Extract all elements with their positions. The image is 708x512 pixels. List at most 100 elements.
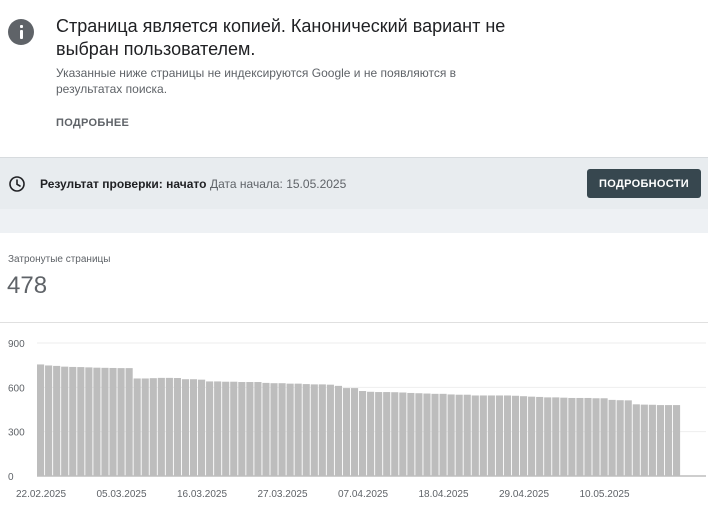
chart-bar[interactable] — [157, 377, 165, 476]
chart-bar[interactable] — [640, 404, 648, 476]
chart-bar[interactable] — [552, 397, 560, 476]
chart-bar[interactable] — [423, 393, 431, 476]
chart-bar[interactable] — [632, 404, 640, 476]
chart-bar[interactable] — [278, 383, 286, 476]
chart-bar[interactable] — [125, 368, 133, 476]
chart-bar[interactable] — [536, 396, 544, 476]
validation-status: Результат проверки: начато — [40, 177, 207, 191]
chart-bar[interactable] — [528, 396, 536, 476]
chart-bar[interactable] — [576, 397, 584, 476]
chart-bar[interactable] — [487, 395, 495, 476]
chart-bar[interactable] — [544, 397, 552, 476]
chart-bar[interactable] — [262, 382, 270, 476]
chart-bar[interactable] — [584, 397, 592, 476]
chart-bar[interactable] — [463, 394, 471, 476]
chart-bar[interactable] — [189, 379, 198, 476]
affected-pages-label: Затронутые страницы — [8, 254, 111, 265]
chart-bar[interactable] — [173, 378, 181, 476]
chart-bar[interactable] — [415, 393, 423, 476]
x-tick-label: 22.02.2025 — [16, 489, 66, 500]
section-gap — [0, 209, 708, 233]
chart-bar[interactable] — [294, 383, 302, 476]
issue-description: Указанные ниже страницы не индексируются… — [56, 66, 457, 96]
chart-bar[interactable] — [318, 384, 326, 476]
chart-bar[interactable] — [310, 384, 318, 476]
chart-bar[interactable] — [101, 367, 109, 476]
chart-bar[interactable] — [399, 392, 407, 476]
chart-bar[interactable] — [45, 365, 53, 476]
chart-bar[interactable] — [85, 367, 93, 476]
info-icon — [8, 19, 34, 45]
chart-bar[interactable] — [511, 395, 520, 476]
chart-bar[interactable] — [503, 395, 512, 476]
chart-bar[interactable] — [206, 381, 214, 476]
chart-bar[interactable] — [600, 398, 608, 476]
details-button[interactable]: ПОДРОБНОСТИ — [587, 169, 701, 198]
chart-bar[interactable] — [302, 384, 310, 476]
chart-bar[interactable] — [495, 395, 503, 476]
chart-bar[interactable] — [69, 366, 77, 476]
x-tick-label: 05.03.2025 — [96, 489, 146, 500]
chart-bar[interactable] — [350, 388, 359, 476]
chart-bar[interactable] — [198, 379, 206, 476]
chart-bar[interactable] — [447, 394, 455, 476]
chart-bar[interactable] — [181, 379, 190, 476]
chart-bar[interactable] — [254, 382, 262, 476]
y-tick-label: 600 — [8, 383, 25, 394]
chart-bar[interactable] — [391, 392, 399, 476]
chart-bar[interactable] — [93, 367, 101, 476]
chart-bar[interactable] — [439, 393, 447, 476]
chart-bar[interactable] — [342, 388, 351, 476]
chart-bar[interactable] — [334, 385, 342, 476]
chart-bar[interactable] — [568, 397, 576, 476]
chart-bar[interactable] — [141, 378, 149, 476]
chart-bar[interactable] — [624, 400, 632, 476]
chart-bar[interactable] — [383, 392, 391, 476]
chart-bar[interactable] — [222, 381, 230, 476]
chart-bar[interactable] — [165, 377, 173, 476]
chart-bar[interactable] — [648, 404, 656, 476]
card-divider — [0, 322, 708, 323]
chart-bar[interactable] — [53, 365, 61, 476]
chart-bar[interactable] — [367, 391, 375, 476]
chart-bar[interactable] — [326, 384, 334, 476]
chart-bar[interactable] — [37, 364, 45, 476]
chart-bar[interactable] — [109, 367, 117, 476]
chart-bar[interactable] — [560, 397, 568, 476]
chart-bar[interactable] — [246, 382, 254, 476]
chart-bar[interactable] — [664, 405, 673, 476]
chart-bar[interactable] — [431, 393, 439, 476]
chart-bar[interactable] — [375, 392, 383, 476]
chart-bar[interactable] — [359, 391, 367, 476]
affected-pages-chart: 0 300 600 900 22.02.2025 05.03.2025 16.03.2025… — [8, 339, 706, 500]
chart-bar[interactable] — [672, 405, 681, 476]
chart-bar[interactable] — [117, 368, 125, 476]
clock-icon — [9, 176, 25, 192]
chart-bar[interactable] — [592, 398, 600, 476]
chart-bar[interactable] — [238, 382, 246, 476]
chart-bar[interactable] — [407, 392, 415, 476]
chart-bar[interactable] — [471, 395, 479, 476]
chart-bar[interactable] — [61, 366, 69, 476]
y-tick-label: 0 — [8, 472, 14, 483]
y-tick-label: 300 — [8, 428, 25, 439]
chart-bar[interactable] — [230, 381, 238, 476]
chart-bar[interactable] — [656, 405, 664, 476]
learn-more-link[interactable]: ПОДРОБНЕЕ — [56, 117, 129, 129]
x-tick-label: 27.03.2025 — [257, 489, 307, 500]
x-tick-label: 29.04.2025 — [499, 489, 549, 500]
chart-bar[interactable] — [270, 383, 278, 476]
chart-bar[interactable] — [286, 383, 294, 476]
chart-bar[interactable] — [479, 395, 487, 476]
chart-bar[interactable] — [608, 399, 616, 476]
chart-bar[interactable] — [149, 378, 157, 476]
chart-bar[interactable] — [455, 394, 463, 476]
chart-bar[interactable] — [616, 400, 624, 476]
chart-bar[interactable] — [214, 381, 222, 476]
x-tick-label: 10.05.2025 — [579, 489, 629, 500]
issue-title: Страница является копией. Канонический в… — [56, 16, 506, 59]
x-tick-label: 07.04.2025 — [338, 489, 388, 500]
chart-bar[interactable] — [133, 378, 141, 476]
chart-bar[interactable] — [520, 396, 528, 476]
chart-bar[interactable] — [77, 367, 85, 476]
